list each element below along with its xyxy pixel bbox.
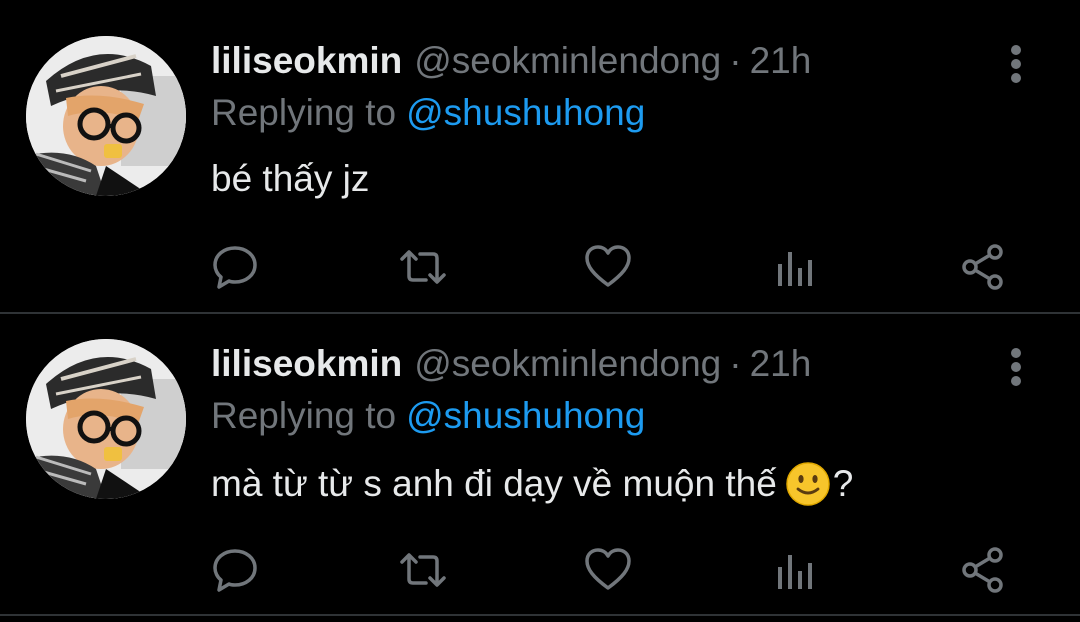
tweet-header: liliseokmin @seokminlendong · 21h (211, 40, 811, 90)
tweet-text: bé thấy jz (211, 158, 369, 200)
heart-icon (585, 245, 631, 287)
user-handle[interactable]: @seokminlendong (414, 40, 721, 82)
retweet-button[interactable] (398, 242, 448, 292)
analytics-bars-icon (778, 555, 812, 589)
timestamp[interactable]: 21h (750, 40, 812, 82)
tweet-actions (0, 242, 1080, 292)
timeline-feed: liliseokmin @seokminlendong · 21h Replyi… (0, 0, 1080, 622)
reply-prefix: Replying to (211, 395, 397, 436)
analytics-bars-icon (778, 252, 812, 286)
reply-button[interactable] (210, 545, 260, 595)
share-icon (962, 547, 1003, 593)
tweet-text-content: mà từ từ s anh đi dạy về muộn thế (211, 463, 777, 504)
retweet-button[interactable] (398, 545, 448, 595)
avatar[interactable] (26, 36, 186, 196)
analytics-button[interactable] (770, 242, 820, 292)
reply-bubble-icon (213, 246, 257, 289)
tweet[interactable]: liliseokmin @seokminlendong · 21h Replyi… (0, 315, 1080, 618)
more-options-button[interactable] (1001, 42, 1031, 86)
tweet-header: liliseokmin @seokminlendong · 21h (211, 343, 811, 393)
analytics-button[interactable] (770, 545, 820, 595)
like-button[interactable] (583, 545, 633, 595)
display-name[interactable]: liliseokmin (211, 343, 402, 385)
reply-prefix: Replying to (211, 92, 397, 133)
more-options-button[interactable] (1001, 345, 1031, 389)
tweet-text: mà từ từ s anh đi dạy về muộn thế ? (211, 461, 853, 507)
like-button[interactable] (583, 242, 633, 292)
separator: · (729, 343, 742, 384)
reply-context: Replying to @shushuhong (211, 92, 645, 134)
tweet-divider (0, 614, 1080, 616)
vertical-ellipsis-icon (1011, 45, 1021, 83)
tweet-divider (0, 312, 1080, 314)
share-icon (962, 244, 1003, 290)
display-name[interactable]: liliseokmin (211, 40, 402, 82)
retweet-icon (400, 553, 446, 587)
reply-context: Replying to @shushuhong (211, 395, 645, 437)
vertical-ellipsis-icon (1011, 348, 1021, 386)
separator: · (729, 40, 742, 81)
tweet-actions (0, 545, 1080, 595)
reply-target-link[interactable]: @shushuhong (406, 92, 645, 133)
user-handle[interactable]: @seokminlendong (414, 343, 721, 385)
slightly-smiling-face-emoji-icon (785, 461, 831, 507)
avatar[interactable] (26, 339, 186, 499)
share-button[interactable] (958, 242, 1008, 292)
reply-target-link[interactable]: @shushuhong (406, 395, 645, 436)
reply-button[interactable] (210, 242, 260, 292)
share-button[interactable] (958, 545, 1008, 595)
reply-bubble-icon (213, 549, 257, 592)
tweet-text-suffix: ? (832, 463, 854, 504)
heart-icon (585, 548, 631, 590)
retweet-icon (400, 250, 446, 284)
tweet-text-content: bé thấy jz (211, 158, 370, 199)
tweet[interactable]: liliseokmin @seokminlendong · 21h Replyi… (0, 12, 1080, 315)
timestamp[interactable]: 21h (750, 343, 812, 385)
